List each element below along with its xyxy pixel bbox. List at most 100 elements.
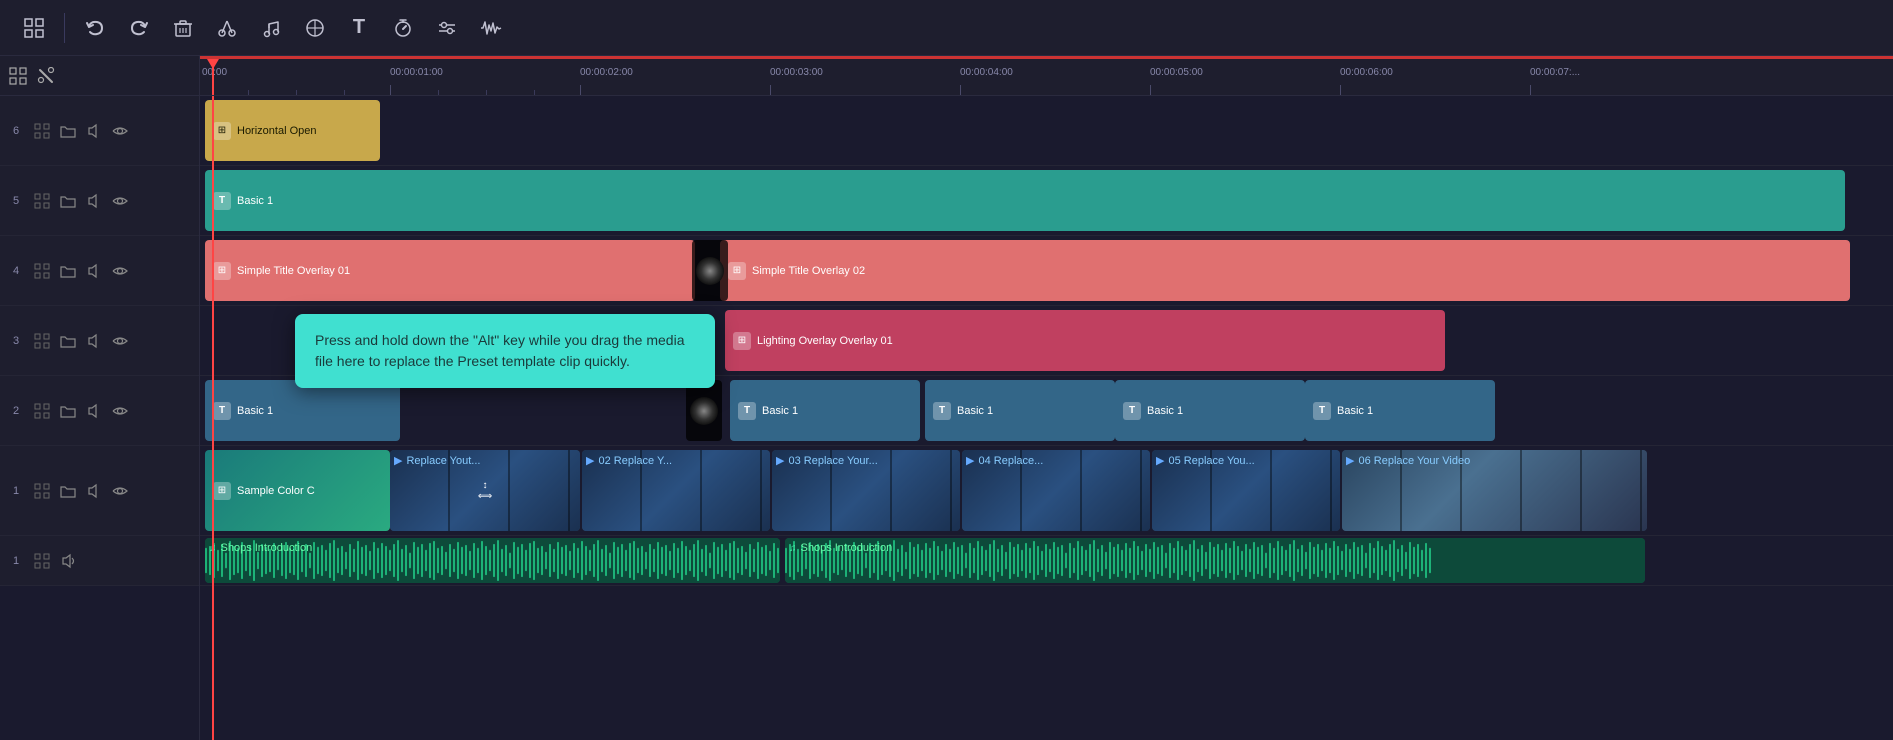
add-track-button[interactable] — [8, 66, 28, 86]
track-2-folder-icon[interactable] — [58, 401, 78, 421]
track-label-2: 2 — [6, 405, 26, 417]
clip-basic1-t2e-label: Basic 1 — [1337, 405, 1373, 417]
clip-replace-6-header: ▶ 06 Replace Your Video — [1346, 454, 1643, 467]
clip-basic1-t2a[interactable]: T Basic 1 — [205, 380, 400, 441]
track-label-5: 5 — [6, 195, 26, 207]
ruler-time-2: 00:00:02:00 — [580, 67, 633, 78]
clip-replace-1[interactable]: ↕ ⟺ ▶ Replace Yout... — [390, 450, 580, 531]
clip-basic1-t2e-icon: T — [1313, 402, 1331, 420]
delete-button[interactable] — [165, 10, 201, 46]
clip-replace-6-label: 06 Replace Your Video — [1358, 455, 1470, 467]
clip-replace-2[interactable]: ▶ 02 Replace Y... — [582, 450, 770, 531]
clip-basic1-t5-label: Basic 1 — [237, 195, 273, 207]
text-button[interactable]: T — [341, 10, 377, 46]
track-control-5: 5 — [0, 166, 199, 236]
main-area: 6 5 — [0, 56, 1893, 740]
track-6-folder-icon[interactable] — [58, 121, 78, 141]
ruler-time-3: 00:00:03:00 — [770, 67, 823, 78]
track-1-eye-icon[interactable] — [110, 481, 130, 501]
track-2-eye-icon[interactable] — [110, 401, 130, 421]
track-row-4: ⊞ Simple Title Overlay 01 ⊞ Simple Title… — [200, 236, 1893, 306]
track-label-6: 6 — [6, 125, 26, 137]
clip-basic1-t2c-label: Basic 1 — [957, 405, 993, 417]
pan-button[interactable] — [297, 10, 333, 46]
track-row-6: ⊞ Horizontal Open — [200, 96, 1893, 166]
track-control-4: 4 — [0, 236, 199, 306]
clip-simple-title-02[interactable]: ⊞ Simple Title Overlay 02 — [720, 240, 1850, 301]
track-4-eye-icon[interactable] — [110, 261, 130, 281]
clip-replace-5-header: ▶ 05 Replace You... — [1156, 454, 1336, 467]
track-3-audio-icon[interactable] — [84, 331, 104, 351]
track-1-folder-icon[interactable] — [58, 481, 78, 501]
clip-replace-3-header: ▶ 03 Replace Your... — [776, 454, 956, 467]
equalizer-button[interactable] — [429, 10, 465, 46]
clip-basic1-t2b-icon: T — [738, 402, 756, 420]
grid-icon[interactable] — [16, 10, 52, 46]
track-5-audio-icon[interactable] — [84, 191, 104, 211]
track-6-audio-icon[interactable] — [84, 121, 104, 141]
clip-basic1-t2e[interactable]: T Basic 1 — [1305, 380, 1495, 441]
redo-button[interactable] — [121, 10, 157, 46]
music-button[interactable] — [253, 10, 289, 46]
clip-basic1-t2a-icon: T — [213, 402, 231, 420]
track-3-eye-icon[interactable] — [110, 331, 130, 351]
track-6-eye-icon[interactable] — [110, 121, 130, 141]
toolbar-divider-1 — [64, 13, 65, 43]
track-row-audio-1: ♫ Shops Introduction ♫ — [200, 536, 1893, 586]
ruler-time-6: 00:00:06:00 — [1340, 67, 1393, 78]
ruler-time-1: 00:00:01:00 — [390, 67, 443, 78]
clip-basic1-t2d[interactable]: T Basic 1 — [1115, 380, 1305, 441]
track-2-audio-icon[interactable] — [84, 401, 104, 421]
toolbar: T — [0, 0, 1893, 56]
clip-shops-intro-1-label: Shops Introduction — [221, 542, 313, 554]
audio-track-grid-icon — [32, 551, 52, 571]
clip-replace-5[interactable]: ▶ 05 Replace You... — [1152, 450, 1340, 531]
drag-indicator: ↕ ⟺ — [478, 480, 492, 502]
transition-clip-2[interactable] — [686, 380, 722, 441]
clip-sample-color[interactable]: ⊞ Sample Color C — [205, 450, 390, 531]
clip-basic1-t5-icon: T — [213, 192, 231, 210]
clip-shops-intro-2[interactable]: ♫ Shops Introduction — [785, 538, 1645, 583]
cut-button[interactable] — [209, 10, 245, 46]
clip-horizontal-open[interactable]: ⊞ Horizontal Open — [205, 100, 380, 161]
track-5-eye-icon[interactable] — [110, 191, 130, 211]
clip-basic1-t2c[interactable]: T Basic 1 — [925, 380, 1115, 441]
clip-basic1-track5[interactable]: T Basic 1 — [205, 170, 1845, 231]
track-3-folder-icon[interactable] — [58, 331, 78, 351]
track-2-grid-icon — [32, 401, 52, 421]
clip-basic1-t2b[interactable]: T Basic 1 — [730, 380, 920, 441]
clip-simple-title-01-label: Simple Title Overlay 01 — [237, 265, 350, 277]
clip-simple-title-01-icon: ⊞ — [213, 262, 231, 280]
clip-simple-title-02-label: Simple Title Overlay 02 — [752, 265, 865, 277]
track-4-folder-icon[interactable] — [58, 261, 78, 281]
clip-simple-title-01[interactable]: ⊞ Simple Title Overlay 01 — [205, 240, 695, 301]
track-5-folder-icon[interactable] — [58, 191, 78, 211]
clip-replace-6[interactable]: ▶ 06 Replace Your Video — [1342, 450, 1647, 531]
clip-lighting-overlay-icon: ⊞ — [733, 332, 751, 350]
ruler-time-5: 00:00:05:00 — [1150, 67, 1203, 78]
time-ruler[interactable]: 00:00 00:00:01:00 00:00:02:00 00:00:03:0… — [200, 56, 1893, 96]
clip-horizontal-open-label: Horizontal Open — [237, 125, 317, 137]
alt-key-tooltip: Press and hold down the "Alt" key while … — [295, 314, 715, 388]
clip-replace-4-label: 04 Replace... — [978, 455, 1043, 467]
track-4-audio-icon[interactable] — [84, 261, 104, 281]
undo-button[interactable] — [77, 10, 113, 46]
track-6-grid-icon — [32, 121, 52, 141]
clip-lighting-overlay-01[interactable]: ⊞ Lighting Overlay Overlay 01 — [725, 310, 1445, 371]
clip-replace-4[interactable]: ▶ 04 Replace... — [962, 450, 1150, 531]
clip-basic1-t2a-label: Basic 1 — [237, 405, 273, 417]
clip-replace-3[interactable]: ▶ 03 Replace Your... — [772, 450, 960, 531]
tooltip-text: Press and hold down the "Alt" key while … — [315, 332, 684, 369]
waveform-button[interactable] — [473, 10, 509, 46]
clip-shops-intro-1[interactable]: ♫ Shops Introduction — [205, 538, 780, 583]
audio-track-volume-icon[interactable] — [58, 551, 78, 571]
clip-shops-intro-1-header: ♫ Shops Introduction — [209, 542, 776, 554]
clip-replace-3-label: 03 Replace Your... — [788, 455, 877, 467]
timer-button[interactable] — [385, 10, 421, 46]
tracks-container[interactable]: ⊞ Horizontal Open T Basic 1 ⊞ Simple Tit… — [200, 96, 1893, 740]
clip-basic1-t2c-icon: T — [933, 402, 951, 420]
razor-tool-button[interactable] — [36, 66, 56, 86]
transition-clip-4[interactable] — [692, 240, 728, 301]
clip-lighting-overlay-label: Lighting Overlay Overlay 01 — [757, 335, 893, 347]
track-1-audio-icon[interactable] — [84, 481, 104, 501]
